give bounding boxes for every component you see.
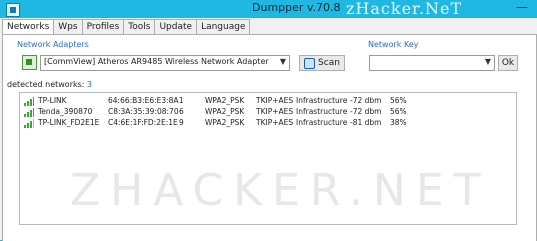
- network-row[interactable]: Tenda_390870 C8:3A:35:39:08:70 6 WPA2_PS…: [20, 107, 516, 118]
- ssid-cell: TP-LINK_FD2E1E: [38, 118, 100, 127]
- quality-cell: 38%: [390, 118, 407, 127]
- channel-cell: 6: [179, 107, 184, 116]
- scan-icon: [304, 58, 315, 69]
- rssi-cell: -72 dbm: [350, 107, 382, 116]
- tab-update[interactable]: Update: [154, 19, 198, 34]
- rssi-cell: -72 dbm: [350, 96, 382, 105]
- quality-cell: 56%: [390, 96, 407, 105]
- rssi-cell: -81 dbm: [350, 118, 382, 127]
- auth-cell: WPA2_PSK: [205, 118, 245, 127]
- tab-wps[interactable]: Wps: [53, 19, 83, 34]
- adapter-select[interactable]: [CommView] Atheros AR9485 Wireless Netwo…: [40, 55, 290, 71]
- network-row[interactable]: TP-LINK_FD2E1E C4:6E:1F:FD:2E:1E 9 WPA2_…: [20, 118, 516, 129]
- adapter-select-value: [CommView] Atheros AR9485 Wireless Netwo…: [44, 57, 269, 66]
- mode-cell: Infrastructure: [296, 96, 348, 105]
- ssid-cell: TP-LINK: [38, 96, 67, 105]
- adapter-icon: [22, 55, 37, 70]
- tab-profiles[interactable]: Profiles: [81, 19, 125, 34]
- brand-watermark: zHacker.NeT: [346, 0, 463, 18]
- channel-cell: 9: [179, 118, 184, 127]
- cipher-cell: TKIP+AES: [256, 118, 294, 127]
- network-key-label: Network Key: [368, 40, 419, 49]
- bssid-cell: C4:6E:1F:FD:2E:1E: [108, 118, 178, 127]
- cipher-cell: TKIP+AES: [256, 107, 294, 116]
- ssid-cell: Tenda_390870: [38, 107, 93, 116]
- network-adapters-label: Network Adapters: [17, 40, 89, 49]
- title-bar: Dumpper v.70.8 zHacker.NeT —: [0, 0, 537, 18]
- detected-networks: detected networks: 3: [7, 80, 92, 89]
- main-window: Networks Wps Profiles Tools Update Langu…: [0, 18, 537, 241]
- window-title: Dumpper v.70.8: [252, 1, 341, 14]
- networks-panel: Network Adapters [CommView] Atheros AR94…: [2, 34, 537, 241]
- detected-networks-label: detected networks:: [7, 80, 85, 89]
- mode-cell: Infrastructure: [296, 118, 348, 127]
- bssid-cell: C8:3A:35:39:08:70: [108, 107, 179, 116]
- tab-networks[interactable]: Networks: [2, 19, 55, 35]
- tab-language[interactable]: Language: [196, 19, 251, 34]
- signal-icon: [24, 97, 34, 106]
- auth-cell: WPA2_PSK: [205, 107, 245, 116]
- scan-button[interactable]: Scan: [299, 55, 345, 71]
- bssid-cell: 64:66:B3:E6:E3:8A: [108, 96, 179, 105]
- network-row[interactable]: TP-LINK 64:66:B3:E6:E3:8A 1 WPA2_PSK TKI…: [20, 96, 516, 107]
- chevron-down-icon: ▼: [484, 57, 491, 66]
- chevron-down-icon: ▼: [279, 57, 286, 66]
- scan-button-label: Scan: [318, 58, 340, 68]
- cipher-cell: TKIP+AES: [256, 96, 294, 105]
- quality-cell: 56%: [390, 107, 407, 116]
- tab-bar: Networks Wps Profiles Tools Update Langu…: [2, 19, 251, 35]
- signal-icon: [24, 119, 34, 128]
- networks-list[interactable]: TP-LINK 64:66:B3:E6:E3:8A 1 WPA2_PSK TKI…: [19, 92, 517, 225]
- signal-icon: [24, 108, 34, 117]
- minimize-button[interactable]: —: [508, 0, 536, 18]
- mode-cell: Infrastructure: [296, 107, 348, 116]
- detected-networks-count: 3: [87, 80, 93, 89]
- watermark-text: ZHACKER.NET: [70, 165, 491, 216]
- network-key-select[interactable]: ▼: [369, 55, 495, 71]
- app-icon: [6, 3, 20, 17]
- tab-tools[interactable]: Tools: [123, 19, 156, 34]
- channel-cell: 1: [179, 96, 184, 105]
- ok-button[interactable]: Ok: [498, 55, 518, 71]
- auth-cell: WPA2_PSK: [205, 96, 245, 105]
